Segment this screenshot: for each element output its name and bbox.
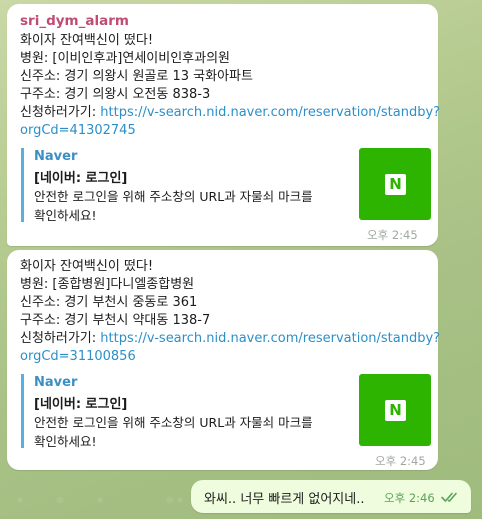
naver-logo-thumbnail[interactable]: N: [359, 148, 431, 220]
preview-description: 확인하세요!: [34, 208, 97, 223]
link-preview[interactable]: Naver [네이버: 로그인] 안전한 로그인을 위해 주소창의 URL과 자…: [21, 374, 431, 449]
incoming-message-2[interactable]: 화이자 잔여백신이 떴다! 병원: [종합병원]다니엘종합병원 신주소: 경기 …: [7, 250, 440, 470]
message-line: 신주소: 경기 의왕시 원골로 13 국화아파트: [20, 69, 253, 84]
preview-title: [네이버: 로그인]: [34, 397, 128, 412]
incoming-message-1[interactable]: sri_dym_alarm 화이자 잔여백신이 떴다! 병원: [이비인후과]연…: [7, 4, 440, 246]
naver-n-icon: N: [385, 174, 406, 195]
reservation-link-cont[interactable]: orgCd=31100856: [20, 348, 136, 366]
double-check-icon: [441, 492, 457, 502]
naver-n-letter: N: [389, 175, 402, 193]
reservation-link-cont[interactable]: orgCd=41302745: [20, 122, 136, 140]
reservation-link[interactable]: https://v-search.nid.naver.com/reservati…: [100, 331, 440, 346]
message-line: 화이자 잔여백신이 떴다!: [20, 33, 154, 48]
message-line: 구주소: 경기 의왕시 오전동 838-3: [20, 87, 211, 102]
link-preview[interactable]: Naver [네이버: 로그인] 안전한 로그인을 위해 주소창의 URL과 자…: [21, 148, 431, 223]
message-time: 오후 2:45: [367, 228, 418, 242]
preview-description: 안전한 로그인을 위해 주소창의 URL과 자물쇠 마크를: [34, 415, 313, 430]
link-line: 신청하러가기: https://v-search.nid.naver.com/r…: [20, 330, 440, 348]
naver-n-icon: N: [385, 400, 406, 421]
outgoing-message[interactable]: 와씨.. 너무 빠르게 없어지네.. 오후 2:46: [191, 480, 471, 513]
message-time: 오후 2:45: [375, 454, 426, 468]
message-line: 병원: [종합병원]다니엘종합병원: [20, 277, 195, 292]
link-line: 신청하러가기: https://v-search.nid.naver.com/r…: [20, 104, 440, 122]
link-prefix: 신청하러가기:: [20, 331, 101, 346]
outgoing-time: 오후 2:46: [384, 491, 435, 505]
preview-site-name: Naver: [34, 375, 78, 390]
reservation-link[interactable]: https://v-search.nid.naver.com/reservati…: [100, 105, 440, 120]
naver-n-letter: N: [389, 401, 402, 419]
sender-name[interactable]: sri_dym_alarm: [20, 13, 129, 29]
message-line: 화이자 잔여백신이 떴다!: [20, 259, 154, 274]
link-prefix: 신청하러가기:: [20, 105, 101, 120]
preview-description: 확인하세요!: [34, 434, 97, 449]
preview-site-name: Naver: [34, 149, 78, 164]
preview-title: [네이버: 로그인]: [34, 171, 128, 186]
message-line: 병원: [이비인후과]연세이비인후과의원: [20, 51, 231, 66]
outgoing-text: 와씨.. 너무 빠르게 없어지네..: [204, 492, 365, 507]
message-line: 구주소: 경기 부천시 약대동 138-7: [20, 313, 211, 328]
naver-logo-thumbnail[interactable]: N: [359, 374, 431, 446]
message-line: 신주소: 경기 부천시 중동로 361: [20, 295, 198, 310]
preview-description: 안전한 로그인을 위해 주소창의 URL과 자물쇠 마크를: [34, 189, 313, 204]
